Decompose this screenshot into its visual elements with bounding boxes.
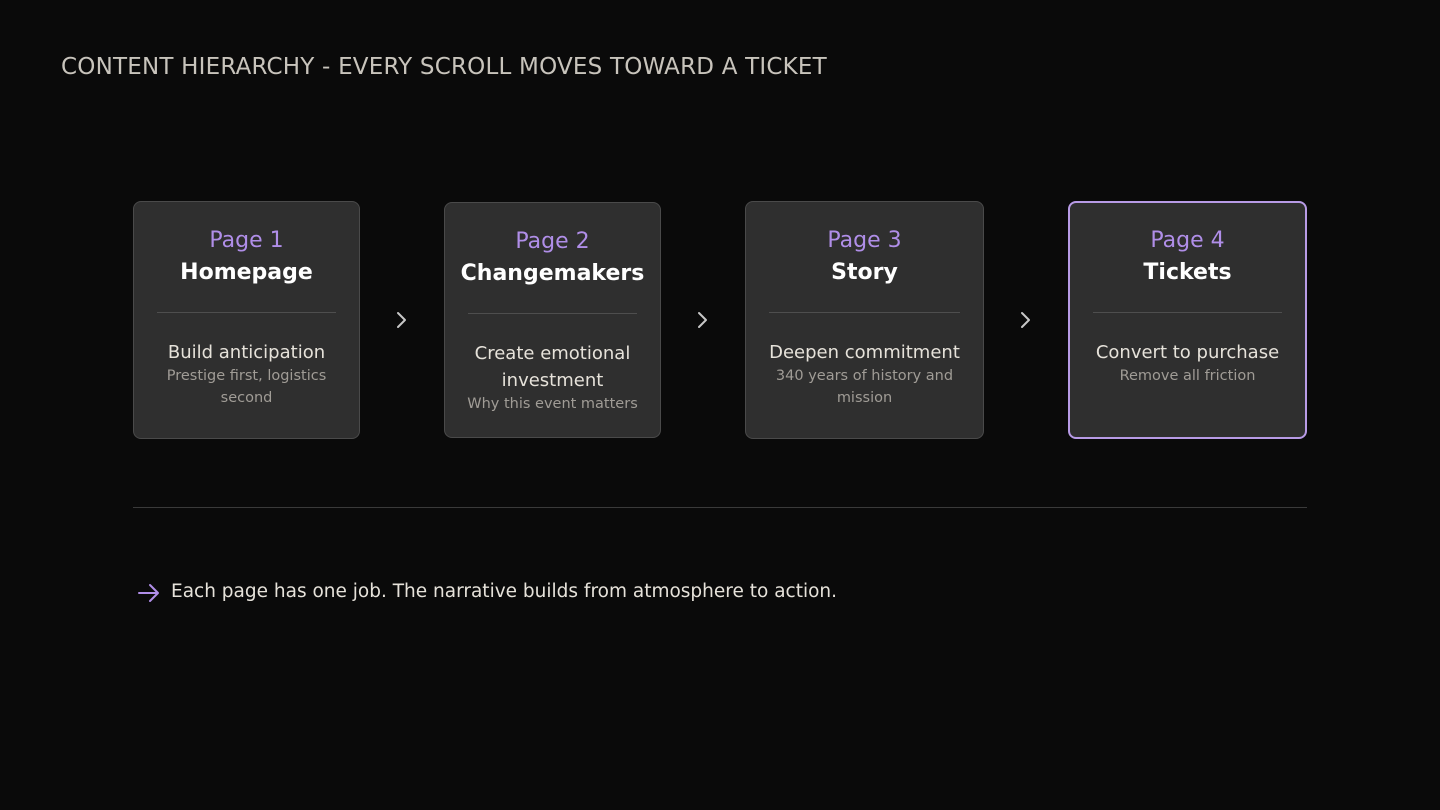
page-number: Page 1 [209,228,284,253]
card-divider [769,312,960,313]
page-goal: Deepen commitment [769,342,960,363]
page-detail: 340 years of history and mission [775,368,954,406]
page-number: Page 2 [515,229,590,254]
page-name: Story [831,260,898,285]
page-card-story: Page 3 Story Deepen commitment 340 years… [745,201,984,439]
section-divider [133,507,1307,508]
page-detail: Why this event matters [467,396,638,412]
page-card-changemakers: Page 2 Changemakers Create emotional inv… [444,202,661,438]
page-card-tickets: Page 4 Tickets Convert to purchase Remov… [1068,201,1307,439]
page-goal: Convert to purchase [1095,342,1280,363]
page-goal: Build anticipation [167,342,326,363]
page-title: CONTENT HIERARCHY - EVERY SCROLL MOVES T… [61,54,827,80]
chevron-right-icon [1021,312,1030,328]
card-divider [1093,312,1282,313]
footnote-text: Each page has one job. The narrative bui… [171,581,838,602]
page-detail: Remove all friction [1119,368,1256,384]
chevron-right-icon [397,312,406,328]
page-name: Tickets [1143,260,1232,285]
page-number: Page 3 [827,228,902,253]
page-name: Changemakers [460,261,645,286]
page-goal: Create emotional investment [474,343,631,391]
card-divider [157,312,336,313]
card-divider [468,313,637,314]
page-name: Homepage [180,260,313,285]
chevron-right-icon [698,312,707,328]
arrow-right-icon [138,584,159,602]
page-card-homepage: Page 1 Homepage Build anticipation Prest… [133,201,360,439]
page-detail: Prestige first, logistics second [166,368,327,406]
page-number: Page 4 [1150,228,1225,253]
